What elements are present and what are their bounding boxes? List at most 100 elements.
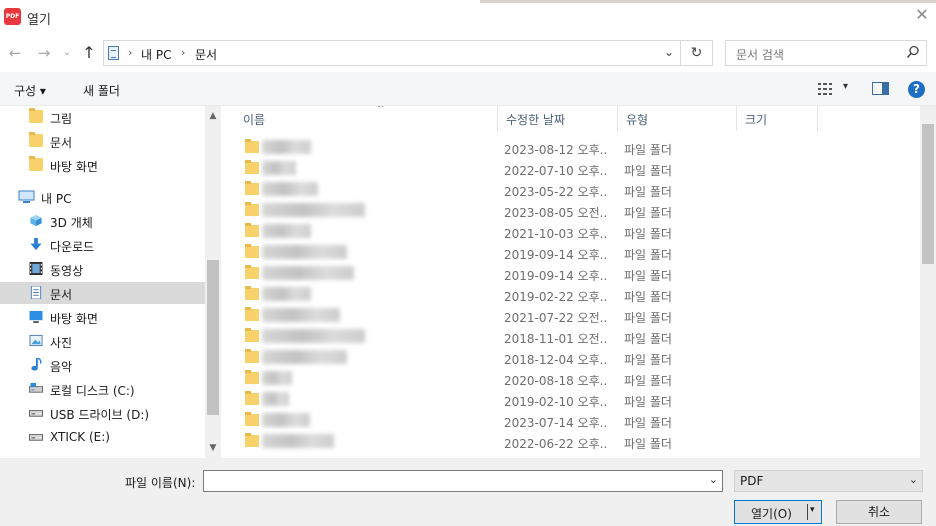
date-modified: 2021-10-03 오후... xyxy=(504,227,608,241)
folder-icon xyxy=(245,286,259,300)
table-row[interactable]: 2021-07-22 오전... 파일 폴더 xyxy=(221,305,920,326)
date-modified: 2019-02-10 오후... xyxy=(504,395,608,409)
sidebar-item-desktop-folder[interactable]: 바탕 화면 xyxy=(0,154,205,176)
folder-icon xyxy=(29,132,43,147)
sidebar-item-label: 동영상 xyxy=(50,264,84,278)
table-row[interactable]: 2019-02-22 오후... 파일 폴더 xyxy=(221,284,920,305)
breadcrumb-separator: › xyxy=(128,46,133,59)
table-row[interactable]: 2019-09-14 오후... 파일 폴더 xyxy=(221,263,920,284)
breadcrumb-this-pc[interactable]: 내 PC xyxy=(141,46,171,63)
view-options-icon[interactable] xyxy=(818,83,836,95)
back-arrow-icon[interactable]: ← xyxy=(6,44,24,62)
view-dropdown-icon[interactable]: ▾ xyxy=(843,81,848,92)
scroll-down-arrow-icon[interactable]: ▼ xyxy=(205,440,221,456)
sidebar-item-pictures-folder[interactable]: 그림 xyxy=(0,106,205,128)
table-row[interactable]: 2020-08-18 오후... 파일 폴더 xyxy=(221,368,920,389)
folder-icon xyxy=(245,160,259,174)
table-row[interactable]: 2022-06-22 오후... 파일 폴더 xyxy=(221,431,920,452)
scrollbar-thumb[interactable] xyxy=(207,260,219,415)
scrollbar-thumb[interactable] xyxy=(922,124,934,264)
up-arrow-icon[interactable]: ↑ xyxy=(80,44,98,62)
address-dropdown-icon[interactable]: ⌄ xyxy=(664,45,674,59)
sidebar-item-label: 사진 xyxy=(50,336,73,350)
folder-icon xyxy=(29,156,43,171)
new-folder-button[interactable]: 새 폴더 xyxy=(83,82,120,99)
table-row[interactable]: 2018-12-04 오후... 파일 폴더 xyxy=(221,347,920,368)
sidebar-item-usb-d[interactable]: USB 드라이브 (D:) xyxy=(0,402,205,424)
sidebar-item-label: 로컬 디스크 (C:) xyxy=(50,384,135,398)
filetype-select[interactable]: PDF ⌄ xyxy=(734,470,923,492)
open-options-dropdown-icon[interactable]: ▾ xyxy=(810,505,815,515)
table-row[interactable]: 2023-05-22 오후... 파일 폴더 xyxy=(221,179,920,200)
sidebar-item-desktop[interactable]: 바탕 화면 xyxy=(0,306,205,328)
filename-dropdown-icon[interactable]: ⌄ xyxy=(709,473,718,486)
breadcrumb-separator: › xyxy=(181,46,186,59)
command-toolbar: 구성 ▾ 새 폴더 ▾ ? xyxy=(0,72,936,106)
sidebar-item-this-pc[interactable]: 내 PC xyxy=(0,186,205,208)
date-modified: 2022-07-10 오후... xyxy=(504,164,608,178)
date-modified: 2023-07-14 오후... xyxy=(504,416,608,430)
table-row[interactable]: 2021-10-03 오후... 파일 폴더 xyxy=(221,221,920,242)
sidebar-scrollbar[interactable]: ▲ ▼ xyxy=(205,106,221,458)
table-row[interactable]: 2023-08-05 오전... 파일 폴더 xyxy=(221,200,920,221)
column-header-size[interactable]: 크기 xyxy=(737,106,818,131)
blurred-file-name xyxy=(262,392,289,406)
date-modified: 2019-02-22 오후... xyxy=(504,290,608,304)
sidebar-item-label: 음악 xyxy=(50,360,73,374)
date-modified: 2019-09-14 오후... xyxy=(504,269,608,283)
download-icon xyxy=(30,238,42,251)
help-icon[interactable]: ? xyxy=(908,81,925,98)
filetype-dropdown-icon[interactable]: ⌄ xyxy=(909,473,918,486)
table-row[interactable]: 2023-08-12 오후... 파일 폴더 xyxy=(221,137,920,158)
sidebar-item-label: 3D 개체 xyxy=(50,216,93,230)
refresh-button[interactable]: ↻ xyxy=(681,40,713,66)
table-row[interactable]: 2023-07-14 오후... 파일 폴더 xyxy=(221,410,920,431)
column-header-type[interactable]: 유형 xyxy=(618,106,737,131)
forward-arrow-icon[interactable]: → xyxy=(35,44,53,62)
sidebar-item-label: 문서 xyxy=(50,288,73,302)
open-button[interactable]: 열기(O) ▾ xyxy=(734,500,822,524)
sidebar-item-music[interactable]: 음악 xyxy=(0,354,205,376)
file-type: 파일 폴더 xyxy=(624,374,672,388)
filename-input[interactable]: ⌄ xyxy=(203,470,723,492)
folder-icon xyxy=(245,307,259,321)
table-row[interactable]: 2022-07-10 오후... 파일 폴더 xyxy=(221,158,920,179)
sidebar-item-downloads[interactable]: 다운로드 xyxy=(0,234,205,256)
table-row[interactable]: 2018-11-01 오전... 파일 폴더 xyxy=(221,326,920,347)
address-bar[interactable]: › 내 PC › 문서 ⌄ xyxy=(103,40,681,66)
blurred-file-name xyxy=(262,203,365,217)
breadcrumb-documents[interactable]: 문서 xyxy=(195,46,217,63)
scroll-up-arrow-icon[interactable]: ▲ xyxy=(205,108,221,124)
recent-locations-chevron-icon[interactable]: ⌄ xyxy=(58,44,76,62)
file-type: 파일 폴더 xyxy=(624,416,672,430)
sidebar-item-videos[interactable]: 동영상 xyxy=(0,258,205,280)
background-window-edge xyxy=(480,0,936,3)
sidebar-item-label: XTICK (E:) xyxy=(50,430,110,444)
sidebar-item-xtick-e[interactable]: XTICK (E:) xyxy=(0,426,205,448)
blurred-file-name xyxy=(262,434,334,448)
sidebar-item-3d-objects[interactable]: 3D 개체 xyxy=(0,210,205,232)
sidebar-item-pictures[interactable]: 사진 xyxy=(0,330,205,352)
file-type: 파일 폴더 xyxy=(624,290,672,304)
search-input[interactable]: 문서 검색 xyxy=(725,40,927,66)
file-list-scrollbar[interactable] xyxy=(920,106,936,458)
date-modified: 2018-11-01 오전... xyxy=(504,332,608,346)
column-header-name[interactable]: 이름 ^ xyxy=(235,106,498,131)
file-type: 파일 폴더 xyxy=(624,164,672,178)
table-row[interactable]: 2019-02-10 오후... 파일 폴더 xyxy=(221,389,920,410)
close-icon[interactable]: ✕ xyxy=(914,7,930,23)
cancel-button[interactable]: 취소 xyxy=(836,500,922,524)
search-icon[interactable] xyxy=(906,45,920,59)
pictures-icon xyxy=(29,334,43,347)
preview-pane-icon[interactable] xyxy=(872,82,889,95)
sidebar-item-documents-folder[interactable]: 문서 xyxy=(0,130,205,152)
blurred-file-name xyxy=(262,266,354,280)
sidebar-item-local-disk-c[interactable]: 로컬 디스크 (C:) xyxy=(0,378,205,400)
sidebar-item-documents[interactable]: 문서 xyxy=(0,282,205,304)
column-header-date-modified[interactable]: 수정한 날짜 xyxy=(498,106,618,131)
open-button-label: 열기(O) xyxy=(751,507,792,521)
organize-menu-button[interactable]: 구성 ▾ xyxy=(14,82,46,99)
folder-icon xyxy=(245,244,259,258)
table-row[interactable]: 2019-09-14 오후... 파일 폴더 xyxy=(221,242,920,263)
date-modified: 2022-06-22 오후... xyxy=(504,437,608,451)
